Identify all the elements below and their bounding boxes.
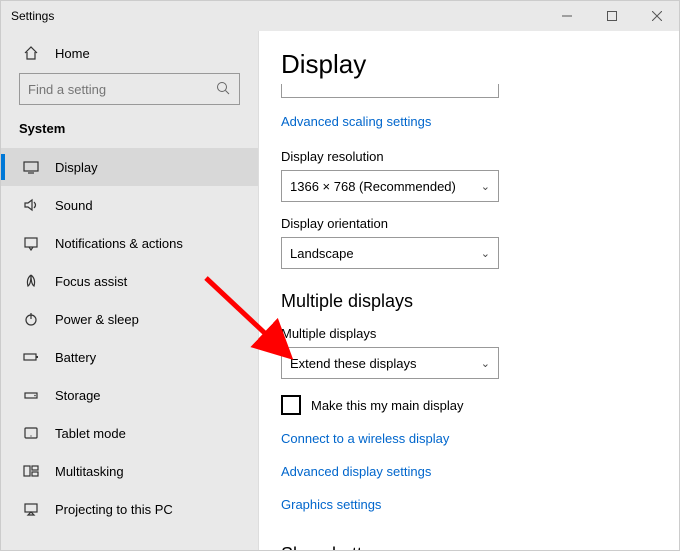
sidebar-item-label: Display [55, 160, 98, 175]
home-icon [23, 45, 39, 61]
link-advanced-scaling[interactable]: Advanced scaling settings [281, 114, 431, 129]
sidebar-item-notifications[interactable]: Notifications & actions [1, 224, 258, 262]
body: Home System Display Sound [1, 31, 679, 550]
multiple-displays-label: Multiple displays [281, 326, 679, 341]
window-title: Settings [11, 9, 54, 23]
scale-field-frame [281, 84, 499, 98]
resolution-select[interactable]: 1366 × 768 (Recommended) ⌄ [281, 170, 499, 202]
maximize-button[interactable] [589, 1, 634, 31]
sidebar-item-display[interactable]: Display [1, 148, 258, 186]
focus-assist-icon [23, 273, 39, 289]
sidebar-item-projecting[interactable]: Projecting to this PC [1, 490, 258, 528]
search-input[interactable] [19, 73, 240, 105]
sidebar-item-label: Multitasking [55, 464, 124, 479]
notifications-icon [23, 235, 39, 251]
orientation-select[interactable]: Landscape ⌄ [281, 237, 499, 269]
link-graphics-settings[interactable]: Graphics settings [281, 497, 381, 512]
battery-icon [23, 349, 39, 365]
sidebar-item-tablet-mode[interactable]: Tablet mode [1, 414, 258, 452]
main-display-checkbox-row[interactable]: Make this my main display [281, 395, 679, 415]
main-display-checkbox-label: Make this my main display [311, 398, 463, 413]
sound-icon [23, 197, 39, 213]
link-advanced-display[interactable]: Advanced display settings [281, 464, 431, 479]
display-icon [23, 159, 39, 175]
search-icon [216, 81, 230, 95]
search-wrap [1, 73, 258, 111]
orientation-value: Landscape [290, 246, 354, 261]
main-display-checkbox[interactable] [281, 395, 301, 415]
nav-list: Display Sound Notifications & actions Fo… [1, 148, 258, 550]
window-controls [544, 1, 679, 31]
titlebar: Settings [1, 1, 679, 31]
sidebar-item-focus-assist[interactable]: Focus assist [1, 262, 258, 300]
home-button[interactable]: Home [1, 31, 258, 73]
chevron-down-icon: ⌄ [481, 357, 490, 370]
sidebar: Home System Display Sound [1, 31, 259, 550]
content-pane: Display Advanced scaling settings Displa… [259, 31, 679, 550]
sidebar-item-label: Notifications & actions [55, 236, 183, 251]
sidebar-item-label: Tablet mode [55, 426, 126, 441]
sidebar-section-label: System [1, 111, 258, 148]
sidebar-item-storage[interactable]: Storage [1, 376, 258, 414]
sidebar-item-power-sleep[interactable]: Power & sleep [1, 300, 258, 338]
settings-window: Settings Home System Di [0, 0, 680, 551]
sidebar-item-label: Projecting to this PC [55, 502, 173, 517]
multiple-displays-select[interactable]: Extend these displays ⌄ [281, 347, 499, 379]
minimize-button[interactable] [544, 1, 589, 31]
close-button[interactable] [634, 1, 679, 31]
link-wireless-display[interactable]: Connect to a wireless display [281, 431, 449, 446]
sidebar-item-label: Sound [55, 198, 93, 213]
sidebar-item-label: Power & sleep [55, 312, 139, 327]
projecting-icon [23, 501, 39, 517]
home-label: Home [55, 46, 90, 61]
multitasking-icon [23, 463, 39, 479]
storage-icon [23, 387, 39, 403]
multiple-displays-heading: Multiple displays [281, 291, 679, 312]
orientation-label: Display orientation [281, 216, 679, 231]
page-title: Display [281, 49, 679, 80]
chevron-down-icon: ⌄ [481, 180, 490, 193]
sidebar-item-sound[interactable]: Sound [1, 186, 258, 224]
multiple-displays-value: Extend these displays [290, 356, 416, 371]
sidebar-item-label: Battery [55, 350, 96, 365]
sidebar-item-label: Focus assist [55, 274, 127, 289]
tablet-icon [23, 425, 39, 441]
sleep-better-heading: Sleep better [281, 544, 679, 550]
sidebar-item-battery[interactable]: Battery [1, 338, 258, 376]
chevron-down-icon: ⌄ [481, 247, 490, 260]
resolution-label: Display resolution [281, 149, 679, 164]
sidebar-item-multitasking[interactable]: Multitasking [1, 452, 258, 490]
resolution-value: 1366 × 768 (Recommended) [290, 179, 456, 194]
sidebar-item-label: Storage [55, 388, 101, 403]
power-icon [23, 311, 39, 327]
